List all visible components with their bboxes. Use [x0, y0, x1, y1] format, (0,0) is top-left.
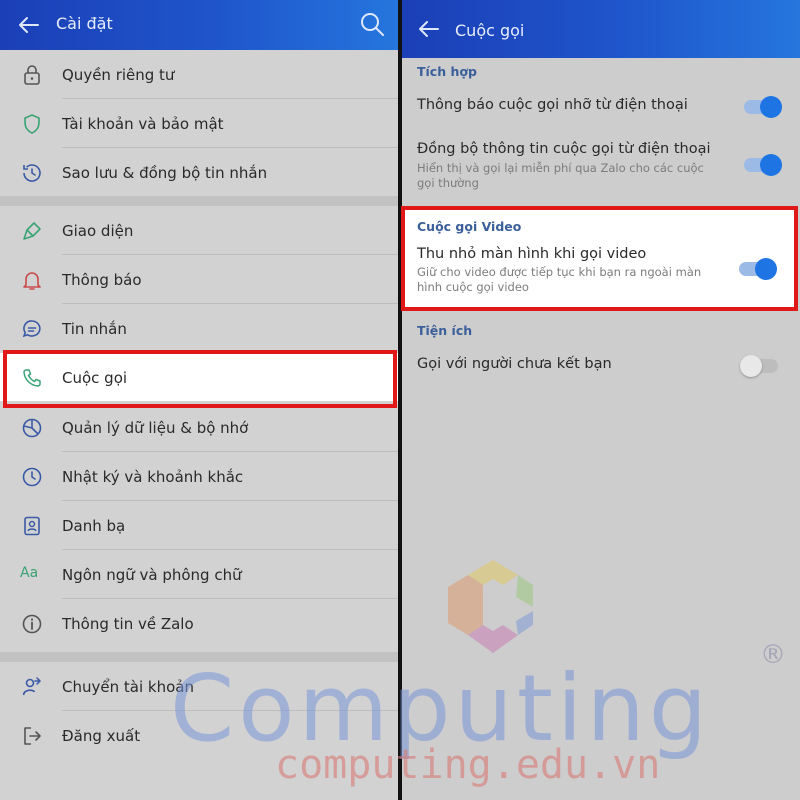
- toggle-switch[interactable]: [744, 96, 782, 118]
- toggle-switch[interactable]: [744, 154, 782, 176]
- font-icon: Aa: [20, 565, 39, 581]
- settings-item-label: Cuộc gọi: [62, 369, 128, 387]
- toggle-knob: [760, 96, 782, 118]
- settings-item-calls[interactable]: Cuộc gọi: [0, 353, 398, 401]
- settings-item-messages[interactable]: Tin nhắn: [0, 304, 398, 353]
- settings-item-label: Giao diện: [62, 222, 134, 240]
- watermark-registered: ®: [760, 640, 786, 670]
- group-gap: [0, 196, 398, 206]
- settings-appbar: Cài đặt: [0, 0, 398, 50]
- settings-item-label: Ngôn ngữ và phông chữ: [62, 566, 242, 584]
- video-call-section: Cuộc gọi Video Thu nhỏ màn hình khi gọi …: [404, 209, 797, 308]
- settings-item-label: Sao lưu & đồng bộ tin nhắn: [62, 164, 268, 182]
- settings-item-label: Quyền riêng tư: [62, 66, 175, 84]
- utilities-section: Tiện ích Gọi với người chưa kết bạn: [402, 320, 800, 400]
- watermark-logo: [448, 560, 533, 653]
- contacts-icon: [24, 516, 40, 536]
- setting-subtitle: Hiển thị và gọi lại miễn phí qua Zalo ch…: [417, 161, 704, 190]
- page-title: Cuộc gọi: [455, 21, 525, 40]
- setting-title: Thu nhỏ màn hình khi gọi video: [417, 246, 647, 262]
- back-arrow-icon[interactable]: [414, 14, 444, 44]
- shield-icon: [24, 114, 40, 134]
- settings-item-label: Tin nhắn: [62, 320, 127, 338]
- toggle-knob: [740, 355, 762, 377]
- page-title: Cài đặt: [56, 14, 113, 33]
- setting-title: Thông báo cuộc gọi nhỡ từ điện thoại: [417, 97, 688, 113]
- settings-item-label: Tài khoản và bảo mật: [62, 115, 224, 133]
- phone-icon: [23, 369, 41, 387]
- settings-item-label: Thông báo: [62, 271, 142, 289]
- settings-item-appearance[interactable]: Giao diện: [0, 206, 398, 255]
- toggle-knob: [760, 154, 782, 176]
- pie-chart-icon: [22, 418, 42, 438]
- settings-group-privacy: Quyền riêng tư Tài khoản và bảo mật Sao …: [0, 50, 398, 196]
- section-title-utilities: Tiện ích: [417, 323, 473, 338]
- settings-item-privacy[interactable]: Quyền riêng tư: [0, 50, 398, 99]
- watermark-url: computing.edu.vn: [275, 742, 661, 788]
- logout-icon: [24, 727, 41, 745]
- chat-bubble-icon: [22, 320, 41, 338]
- history-icon: [23, 164, 41, 182]
- settings-item-notifications[interactable]: Thông báo: [0, 255, 398, 304]
- settings-item-label: Quản lý dữ liệu & bộ nhớ: [62, 419, 249, 437]
- lock-icon: [24, 65, 40, 85]
- settings-item-data-storage[interactable]: Quản lý dữ liệu & bộ nhớ: [0, 403, 398, 452]
- section-title-integration: Tích hợp: [417, 64, 477, 79]
- settings-item-label: Đăng xuất: [62, 727, 141, 745]
- section-title-video-call: Cuộc gọi Video: [417, 219, 522, 234]
- settings-item-account-security[interactable]: Tài khoản và bảo mật: [0, 99, 398, 148]
- settings-item-language-font[interactable]: Aa Ngôn ngữ và phông chữ: [0, 550, 398, 599]
- back-arrow-icon[interactable]: [14, 10, 44, 40]
- toggle-switch[interactable]: [740, 355, 778, 377]
- toggle-knob: [755, 258, 777, 280]
- settings-group-general: Giao diện Thông báo Tin nhắn Cuộc gọi Qu…: [0, 206, 398, 652]
- settings-item-label: Danh bạ: [62, 517, 126, 535]
- bell-icon: [23, 272, 41, 290]
- settings-item-about-zalo[interactable]: Thông tin về Zalo: [0, 599, 398, 648]
- calls-appbar: Cuộc gọi: [402, 0, 800, 58]
- switch-account-icon: [22, 677, 42, 696]
- settings-item-label: Nhật ký và khoảnh khắc: [62, 468, 244, 486]
- toggle-switch[interactable]: [739, 258, 777, 280]
- settings-item-label: Thông tin về Zalo: [62, 615, 194, 633]
- search-icon[interactable]: [356, 8, 388, 40]
- info-icon: [22, 614, 42, 634]
- setting-subtitle: Giữ cho video được tiếp tục khi bạn ra n…: [417, 265, 702, 294]
- setting-title: Gọi với người chưa kết bạn: [417, 356, 612, 372]
- settings-item-diary-moments[interactable]: Nhật ký và khoảnh khắc: [0, 452, 398, 501]
- setting-title: Đồng bộ thông tin cuộc gọi từ điện thoại: [417, 141, 711, 157]
- clock-icon: [22, 467, 42, 487]
- settings-item-backup-sync[interactable]: Sao lưu & đồng bộ tin nhắn: [0, 148, 398, 197]
- paint-brush-icon: [23, 222, 41, 240]
- settings-item-contacts[interactable]: Danh bạ: [0, 501, 398, 550]
